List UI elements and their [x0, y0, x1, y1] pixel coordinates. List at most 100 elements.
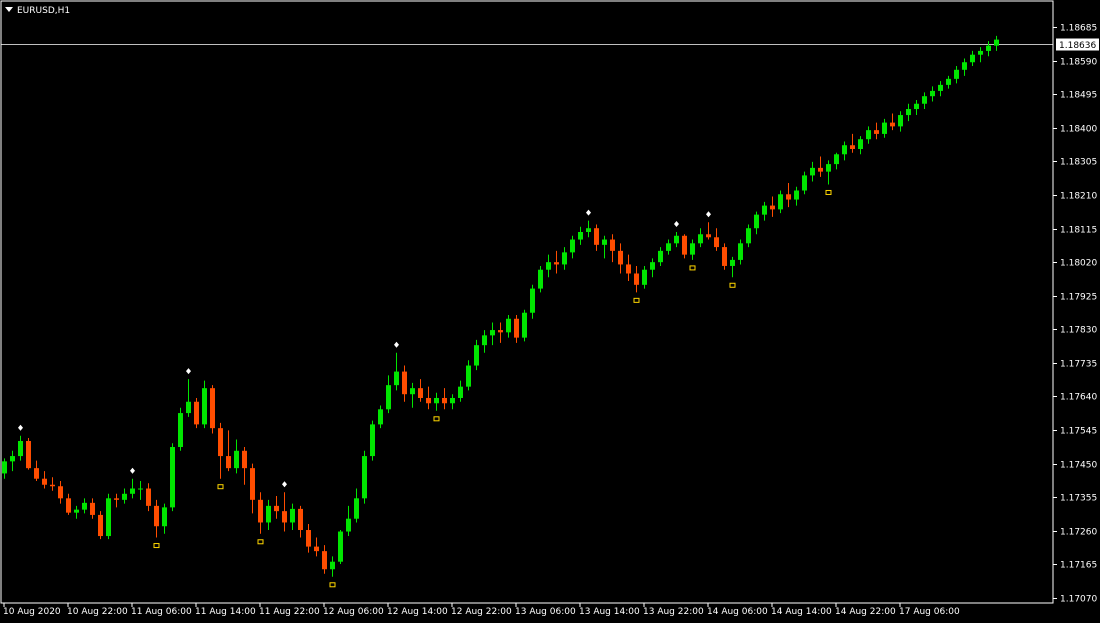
candlestick-chart[interactable]: 1.18685 1.18590 1.18495 1.18400 1.18305 1.182… [0, 0, 1100, 623]
bear-candle [770, 205, 775, 210]
bear-candle [322, 551, 327, 570]
price-tick-label: 1.17260 [1060, 528, 1097, 538]
price-tick-label: 1.17640 [1060, 393, 1097, 403]
current-price-label: 1.18636 [1059, 41, 1096, 51]
time-tick-label: 10 Aug 22:00 [67, 607, 128, 617]
bear-candle [226, 456, 231, 469]
bear-candle [42, 478, 47, 485]
price-tick-label: 1.18495 [1060, 91, 1097, 101]
price-tick-label: 1.17925 [1060, 293, 1097, 303]
price-tick-label: 1.17355 [1060, 494, 1097, 504]
symbol-title: EURUSD,H1 [17, 6, 70, 16]
bear-candle [874, 130, 879, 134]
bear-candle [218, 428, 223, 457]
time-tick-label: 11 Aug 14:00 [195, 607, 256, 617]
bull-candle [130, 488, 135, 494]
bear-candle [418, 388, 423, 398]
bull-candle [466, 365, 471, 387]
bull-candle [978, 50, 983, 55]
time-tick-label: 14 Aug 14:00 [771, 607, 832, 617]
bear-candle [50, 484, 55, 487]
bull-candle [266, 505, 271, 523]
bull-candle [778, 194, 783, 210]
bull-candle [994, 39, 999, 46]
bull-candle [394, 371, 399, 386]
bull-candle [562, 252, 567, 265]
bull-candle [754, 214, 759, 229]
bear-candle [34, 468, 39, 479]
bull-candle [106, 498, 111, 537]
bull-candle [2, 461, 7, 474]
bull-candle [386, 385, 391, 410]
bear-candle [146, 488, 151, 506]
bull-candle [650, 262, 655, 270]
price-tick-label: 1.17735 [1060, 360, 1097, 370]
bear-candle [594, 228, 599, 245]
bear-candle [250, 468, 255, 500]
bull-candle [434, 397, 439, 404]
bull-candle [522, 312, 527, 338]
time-tick-label: 13 Aug 06:00 [515, 607, 576, 617]
time-tick-label: 13 Aug 14:00 [579, 607, 640, 617]
bear-candle [258, 499, 263, 523]
bull-candle [482, 335, 487, 346]
bear-candle [626, 264, 631, 274]
price-tick-label: 1.18685 [1060, 24, 1097, 34]
bull-candle [378, 409, 383, 425]
bull-candle [410, 388, 415, 395]
time-tick-label: 11 Aug 06:00 [131, 607, 192, 617]
bull-candle [906, 109, 911, 116]
bull-candle [698, 234, 703, 244]
price-tick-label: 1.18115 [1060, 226, 1097, 236]
bull-candle [170, 447, 175, 508]
bull-candle [674, 235, 679, 244]
bull-candle [666, 243, 671, 251]
bull-candle [234, 450, 239, 469]
bear-candle [274, 505, 279, 512]
bear-candle [818, 167, 823, 172]
bear-candle [714, 237, 719, 248]
bear-candle [610, 239, 615, 251]
bull-candle [762, 205, 767, 215]
bull-candle [858, 139, 863, 150]
bear-candle [242, 450, 247, 469]
time-tick-label: 11 Aug 22:00 [259, 607, 320, 617]
bull-candle [658, 250, 663, 263]
bear-candle [58, 486, 63, 499]
time-tick-label: 14 Aug 22:00 [835, 607, 896, 617]
price-tick-label: 1.17450 [1060, 461, 1097, 471]
bull-candle [954, 69, 959, 79]
price-tick-label: 1.18305 [1060, 158, 1097, 168]
bear-candle [426, 397, 431, 404]
time-tick-label: 10 Aug 2020 [3, 607, 61, 617]
bear-candle [98, 514, 103, 537]
price-tick-label: 1.17165 [1060, 561, 1097, 571]
bear-candle [194, 401, 199, 425]
bull-candle [690, 243, 695, 255]
bull-candle [898, 115, 903, 127]
price-tick-label: 1.18210 [1060, 192, 1097, 202]
bull-candle [538, 269, 543, 289]
bull-candle [834, 154, 839, 165]
bull-candle [570, 239, 575, 253]
price-tick-label: 1.17830 [1060, 326, 1097, 336]
price-tick-label: 1.17070 [1060, 595, 1097, 605]
chart-window[interactable]: 1.18685 1.18590 1.18495 1.18400 1.18305 1.182… [0, 0, 1100, 623]
bull-candle [346, 518, 351, 532]
bear-candle [498, 330, 503, 333]
bull-candle [458, 386, 463, 398]
price-tick-label: 1.18590 [1060, 58, 1097, 68]
time-tick-label: 12 Aug 14:00 [387, 607, 448, 617]
bull-candle [202, 388, 207, 425]
bear-candle [682, 235, 687, 255]
bear-candle [66, 498, 71, 513]
bull-candle [922, 96, 927, 104]
bull-candle [578, 231, 583, 240]
bull-candle [474, 345, 479, 366]
bull-candle [490, 330, 495, 336]
bull-candle [74, 509, 79, 513]
bull-candle [450, 397, 455, 404]
bull-candle [914, 103, 919, 110]
time-tick-label: 12 Aug 22:00 [451, 607, 512, 617]
bull-candle [330, 561, 335, 570]
